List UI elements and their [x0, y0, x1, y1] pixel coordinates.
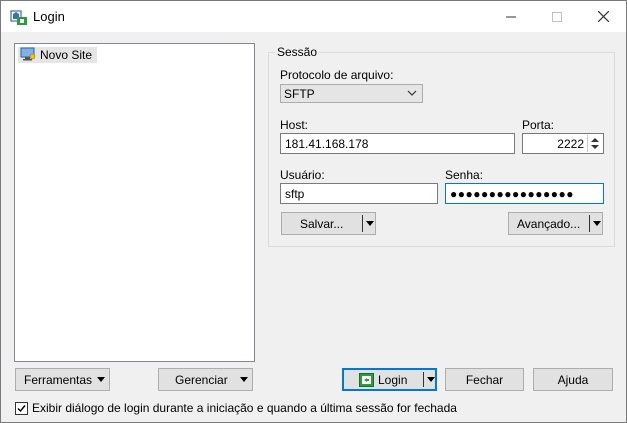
chevron-down-icon: [407, 90, 417, 96]
minimize-button[interactable]: [488, 1, 534, 32]
close-button[interactable]: [580, 1, 626, 32]
session-group-title: Sessão: [275, 45, 320, 59]
show-login-checkbox-label: Exibir diálogo de login durante a inicia…: [32, 401, 457, 415]
manage-button-label: Gerenciar: [175, 372, 228, 387]
protocol-select[interactable]: SFTP: [280, 84, 423, 103]
site-tree[interactable]: Novo Site: [14, 43, 255, 362]
login-icon: [359, 373, 374, 390]
maximize-button[interactable]: [534, 1, 580, 32]
login-button[interactable]: Login: [342, 368, 437, 391]
protocol-select-value: SFTP: [284, 86, 315, 101]
advanced-button-label: Avançado...: [517, 216, 581, 231]
computer-icon: [20, 47, 36, 64]
login-dialog: Login Novo Site Sessão Protocolo de arqu…: [0, 0, 627, 423]
port-spin-buttons[interactable]: [587, 135, 602, 152]
checkmark-icon: [17, 405, 26, 413]
minimize-icon: [506, 16, 516, 17]
protocol-label: Protocolo de arquivo:: [280, 68, 394, 82]
site-tree-item-label: Novo Site: [40, 48, 93, 62]
password-label: Senha:: [445, 168, 484, 182]
port-spinner[interactable]: 2222: [522, 133, 604, 154]
dropdown-arrow-icon: [240, 377, 248, 382]
port-label: Porta:: [522, 118, 555, 132]
help-button-label: Ajuda: [557, 372, 589, 387]
tools-button-label: Ferramentas: [24, 372, 93, 387]
site-tree-item-novo-site[interactable]: Novo Site: [18, 47, 98, 64]
split-divider: [362, 215, 363, 232]
window-title: Login: [33, 9, 65, 24]
title-bar: Login: [1, 1, 626, 32]
maximize-icon: [552, 11, 562, 22]
close-icon: [597, 11, 609, 22]
save-button[interactable]: Salvar...: [281, 212, 376, 235]
dropdown-arrow-icon: [97, 377, 105, 382]
split-divider: [589, 215, 590, 232]
password-input[interactable]: [445, 183, 604, 204]
split-divider: [423, 372, 424, 387]
tools-button[interactable]: Ferramentas: [15, 368, 110, 391]
host-input[interactable]: [280, 133, 515, 154]
spin-down-icon[interactable]: [591, 145, 599, 149]
help-button[interactable]: Ajuda: [533, 368, 613, 391]
save-button-label: Salvar...: [300, 216, 344, 231]
host-label: Host:: [280, 118, 309, 132]
advanced-button[interactable]: Avançado...: [508, 212, 603, 235]
spin-up-icon[interactable]: [591, 138, 599, 142]
winscp-app-icon: [10, 8, 28, 26]
manage-button[interactable]: Gerenciar: [158, 368, 253, 391]
close-dialog-button-label: Fechar: [465, 372, 504, 387]
port-value: 2222: [557, 137, 584, 151]
user-label: Usuário:: [280, 168, 325, 182]
dropdown-arrow-icon[interactable]: [366, 221, 374, 226]
dropdown-arrow-icon[interactable]: [593, 221, 601, 226]
dropdown-arrow-icon[interactable]: [427, 377, 435, 382]
close-dialog-button[interactable]: Fechar: [445, 368, 524, 391]
show-login-checkbox[interactable]: [15, 402, 28, 415]
login-button-label: Login: [378, 372, 408, 387]
username-input[interactable]: [280, 183, 438, 204]
